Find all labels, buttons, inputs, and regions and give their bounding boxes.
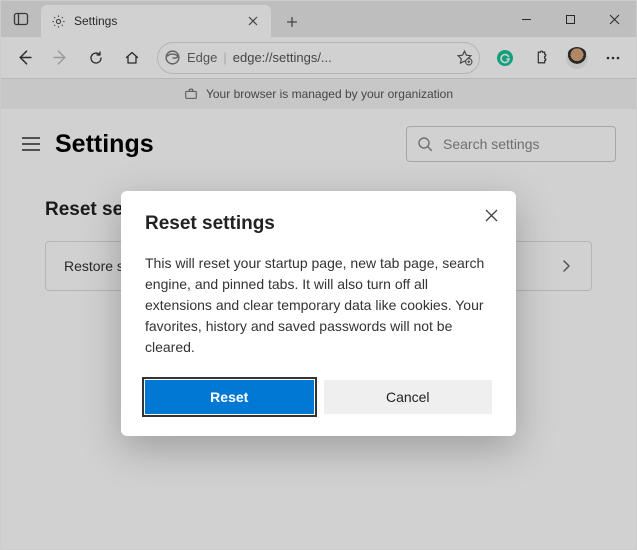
modal-backdrop: Reset settings This will reset your star… (1, 1, 636, 549)
close-icon (485, 209, 498, 222)
dialog-body: This will reset your startup page, new t… (145, 253, 492, 358)
dialog-close-button[interactable] (481, 205, 502, 226)
reset-dialog: Reset settings This will reset your star… (121, 191, 516, 436)
dialog-buttons: Reset Cancel (145, 380, 492, 414)
reset-button[interactable]: Reset (145, 380, 314, 414)
cancel-button[interactable]: Cancel (324, 380, 493, 414)
dialog-title: Reset settings (145, 213, 492, 235)
